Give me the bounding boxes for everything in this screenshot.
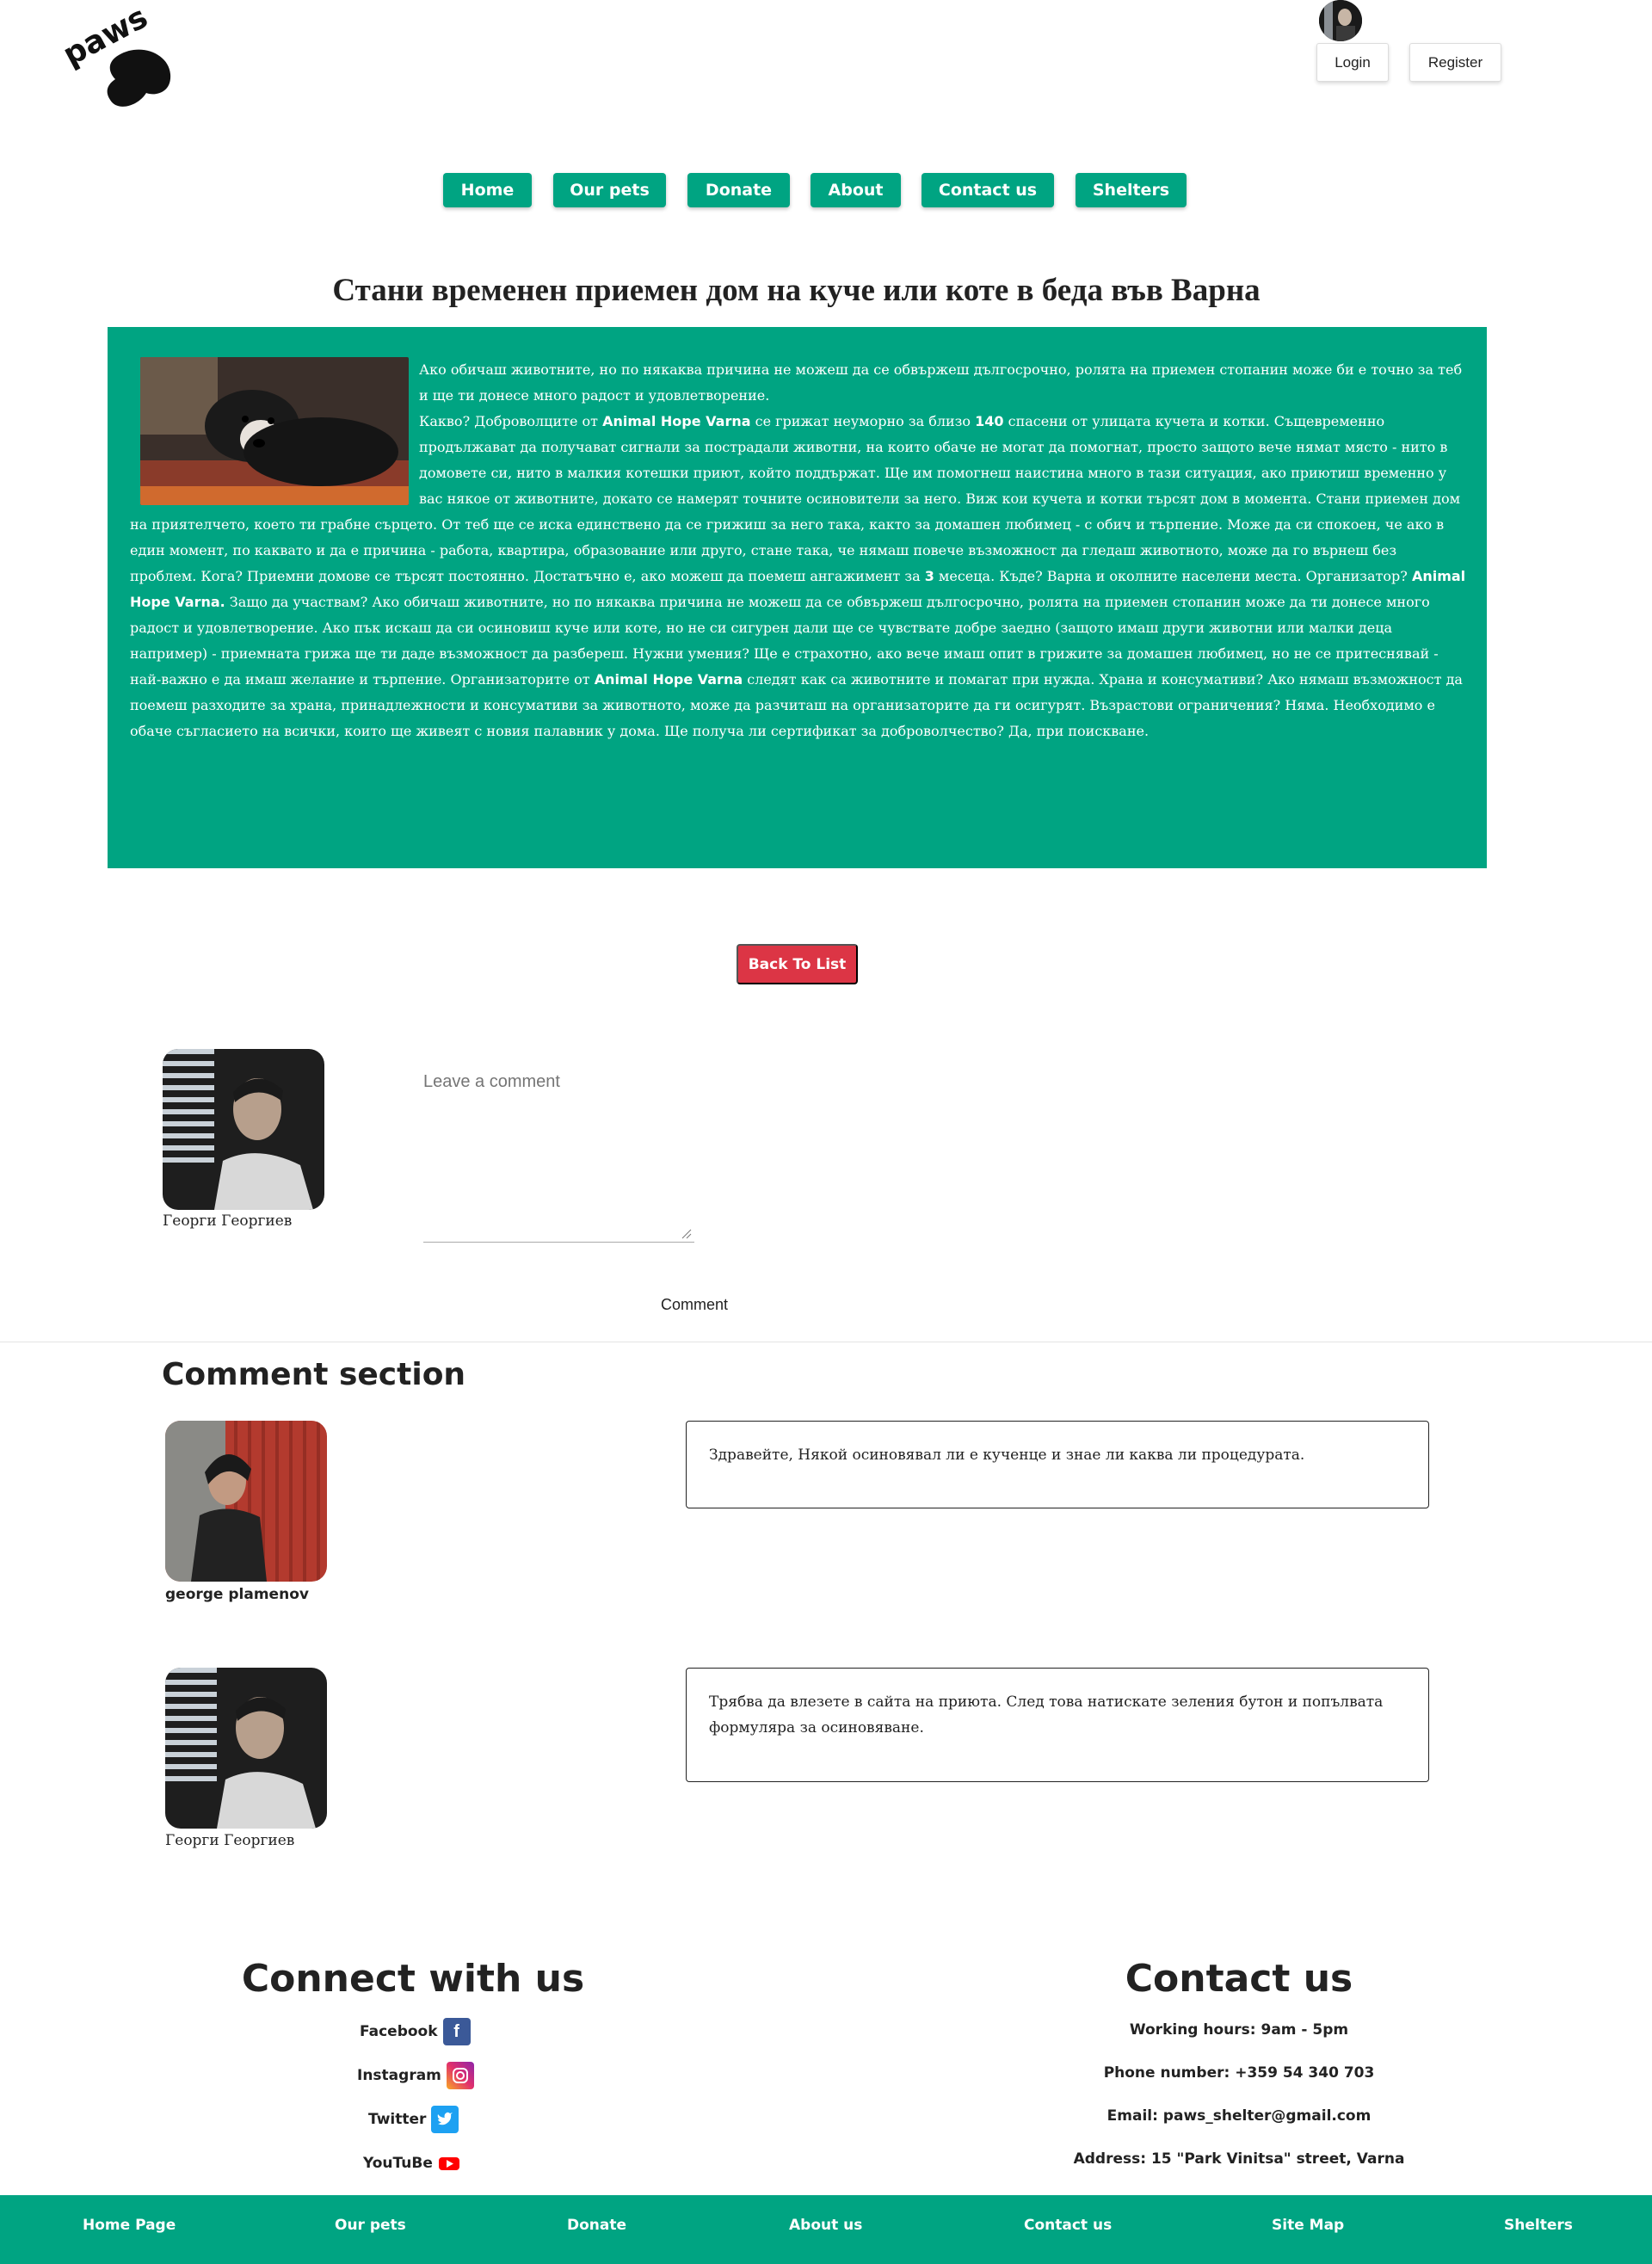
comment-text-box: Здравейте, Някой осиновявал ли е кученце… <box>686 1421 1429 1508</box>
dog-photo <box>140 357 409 505</box>
postal-address: Address: 15 "Park Vinitsa" street, Varna <box>1073 2150 1405 2168</box>
nav-our-pets[interactable]: Our pets <box>553 173 666 207</box>
org-name: Animal Hope Varna <box>602 413 751 429</box>
login-button[interactable]: Login <box>1316 43 1389 82</box>
footer-link-about-us[interactable]: About us <box>789 2217 862 2234</box>
working-hours: Working hours: 9am - 5pm <box>1129 2021 1349 2039</box>
comment-input[interactable] <box>423 1072 694 1243</box>
youtube-label: YouTuBe <box>363 2155 433 2172</box>
comment-author-avatar <box>165 1668 327 1829</box>
footer-link-our-pets[interactable]: Our pets <box>335 2217 406 2234</box>
article-text: Какво? Доброволците от <box>419 413 603 429</box>
facebook-link[interactable]: Facebook f <box>360 2018 471 2045</box>
youtube-icon <box>438 2150 460 2177</box>
instagram-link[interactable]: Instagram <box>357 2062 474 2089</box>
paws-logo[interactable]: paws <box>59 3 179 114</box>
resize-grip-icon[interactable] <box>680 1227 692 1239</box>
comment-submit-button[interactable]: Comment <box>637 1291 752 1318</box>
article-paragraph-1: Ако обичаш животните, но по някаква прич… <box>419 361 1463 404</box>
nav-about[interactable]: About <box>811 173 901 207</box>
youtube-link[interactable]: YouTuBe <box>363 2150 460 2177</box>
animal-count: 140 <box>975 413 1004 429</box>
article-text: се грижат неуморно за близо <box>750 413 976 429</box>
instagram-label: Instagram <box>357 2067 441 2084</box>
org-name: Animal Hope Varna <box>594 671 743 688</box>
footer-link-site-map[interactable]: Site Map <box>1272 2217 1344 2234</box>
composer-avatar <box>163 1049 324 1210</box>
footer-link-donate[interactable]: Donate <box>567 2217 626 2234</box>
twitter-icon <box>431 2106 459 2133</box>
email-address[interactable]: Email: paws_shelter@gmail.com <box>1067 2107 1411 2125</box>
twitter-link[interactable]: Twitter <box>368 2106 459 2133</box>
contact-title: Contact us <box>1125 1957 1353 2001</box>
comment-text-box: Трябва да влезете в сайта на приюта. Сле… <box>686 1668 1429 1782</box>
composer-user-name: Георги Георгиев <box>163 1212 293 1230</box>
twitter-label: Twitter <box>368 2111 427 2128</box>
nav-home[interactable]: Home <box>443 173 532 207</box>
footer-link-home[interactable]: Home Page <box>83 2217 176 2234</box>
facebook-label: Facebook <box>360 2023 438 2040</box>
instagram-icon <box>446 2062 474 2089</box>
nav-donate[interactable]: Donate <box>687 173 790 207</box>
phone-number: Phone number: +359 54 340 703 <box>1103 2064 1375 2082</box>
connect-title: Connect with us <box>241 1957 585 2001</box>
user-avatar[interactable] <box>1319 0 1362 41</box>
page-title: Стани временен приемен дом на куче или к… <box>332 273 1261 308</box>
months-count: 3 <box>924 568 934 584</box>
comment-section-title: Comment section <box>162 1357 466 1392</box>
nav-shelters[interactable]: Shelters <box>1076 173 1187 207</box>
footer-link-contact-us[interactable]: Contact us <box>1024 2217 1112 2234</box>
article-text: месеца. Къде? Варна и околните населени … <box>934 568 1412 584</box>
article-card: Ако обичаш животните, но по някаква прич… <box>108 327 1487 868</box>
comment-author-avatar <box>165 1421 327 1582</box>
register-button[interactable]: Register <box>1409 43 1501 82</box>
nav-contact-us[interactable]: Contact us <box>922 173 1054 207</box>
back-to-list-button[interactable]: Back To List <box>737 944 858 984</box>
comment-author-name: george plamenov <box>165 1586 309 1603</box>
facebook-icon: f <box>442 2018 471 2045</box>
comment-author-name: Георги Георгиев <box>165 1832 295 1849</box>
footer-link-shelters[interactable]: Shelters <box>1504 2217 1573 2234</box>
